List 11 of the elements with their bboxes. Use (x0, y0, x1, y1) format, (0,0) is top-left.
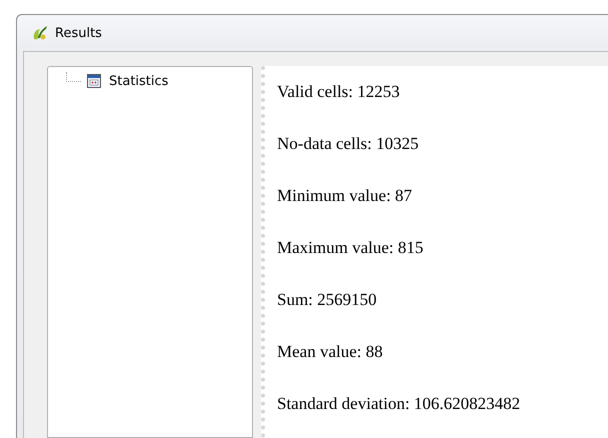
window-title: Results (55, 26, 102, 40)
result-line: No-data cells: 10325 (277, 133, 420, 155)
result-line: Sum: 2569150 (277, 289, 378, 311)
result-line: Valid cells: 12253 (277, 81, 401, 103)
tree-item[interactable]: Statistics (107, 72, 170, 90)
result-line: Mean value: 88 (277, 341, 384, 363)
table-icon (87, 74, 101, 88)
result-line: Minimum value: 87 (277, 185, 414, 207)
app-icon (31, 24, 49, 42)
result-line: Standard deviation: 106.620823482 (277, 393, 522, 415)
result-line: Maximum value: 815 (277, 237, 424, 259)
